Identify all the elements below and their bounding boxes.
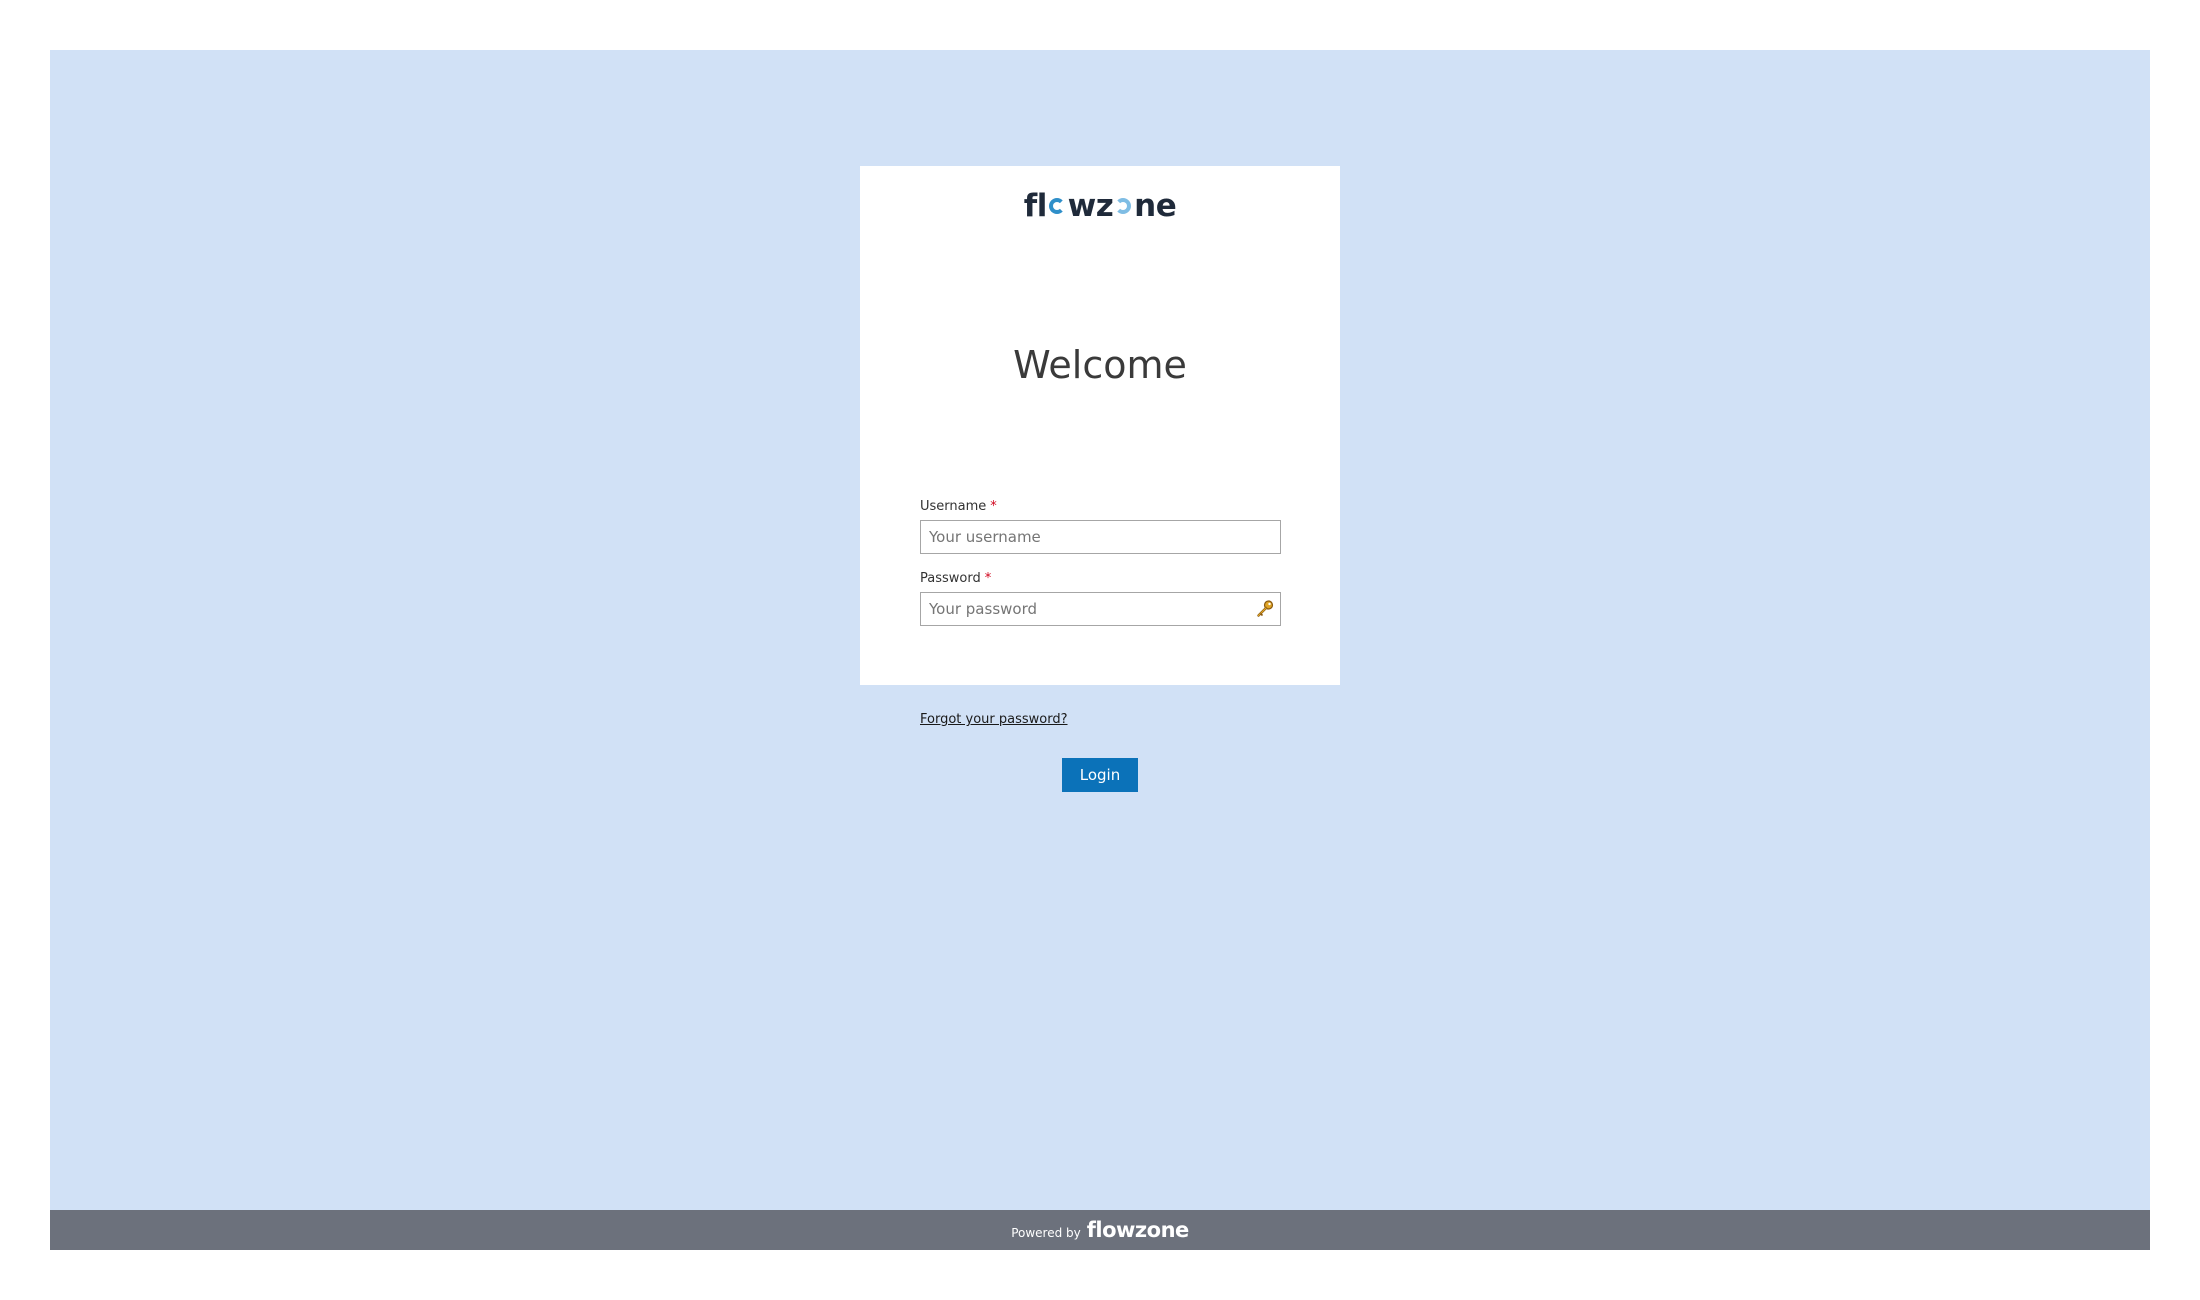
- password-input[interactable]: [921, 593, 1280, 625]
- key-icon[interactable]: [1255, 599, 1275, 619]
- logo-text-part: wz: [1067, 188, 1114, 224]
- powered-by-label: Powered by: [1011, 1226, 1081, 1240]
- password-label: Password *: [920, 571, 991, 586]
- page-background: flowzone Welcome Username* Password* For…: [50, 50, 2150, 1250]
- flowzone-logo: flowzone: [860, 186, 1340, 226]
- footer-bar: Powered by flowzone: [50, 1210, 2150, 1250]
- login-card: flowzone Welcome Username* Password* For…: [860, 166, 1340, 792]
- username-input[interactable]: [921, 521, 1280, 553]
- password-label-text: Password: [920, 571, 981, 586]
- required-marker: *: [984, 571, 992, 586]
- login-button[interactable]: Login: [1062, 758, 1138, 792]
- username-field[interactable]: [920, 520, 1281, 554]
- logo-swirl-icon: o: [1113, 186, 1134, 226]
- footer-content: Powered by flowzone: [50, 1210, 2150, 1250]
- page-title: Welcome: [1013, 343, 1187, 387]
- logo-text-part: fl: [1023, 188, 1048, 224]
- required-marker: *: [990, 499, 997, 514]
- logo-swirl-icon: o: [1047, 186, 1068, 226]
- logo-text-part: ne: [1134, 188, 1177, 224]
- username-label: Username *: [920, 499, 997, 514]
- footer-flowzone-logo: flowzone: [1086, 1218, 1190, 1242]
- password-field[interactable]: [920, 592, 1281, 626]
- username-label-text: Username: [920, 499, 987, 514]
- forgot-password-link[interactable]: Forgot your password?: [920, 712, 1068, 727]
